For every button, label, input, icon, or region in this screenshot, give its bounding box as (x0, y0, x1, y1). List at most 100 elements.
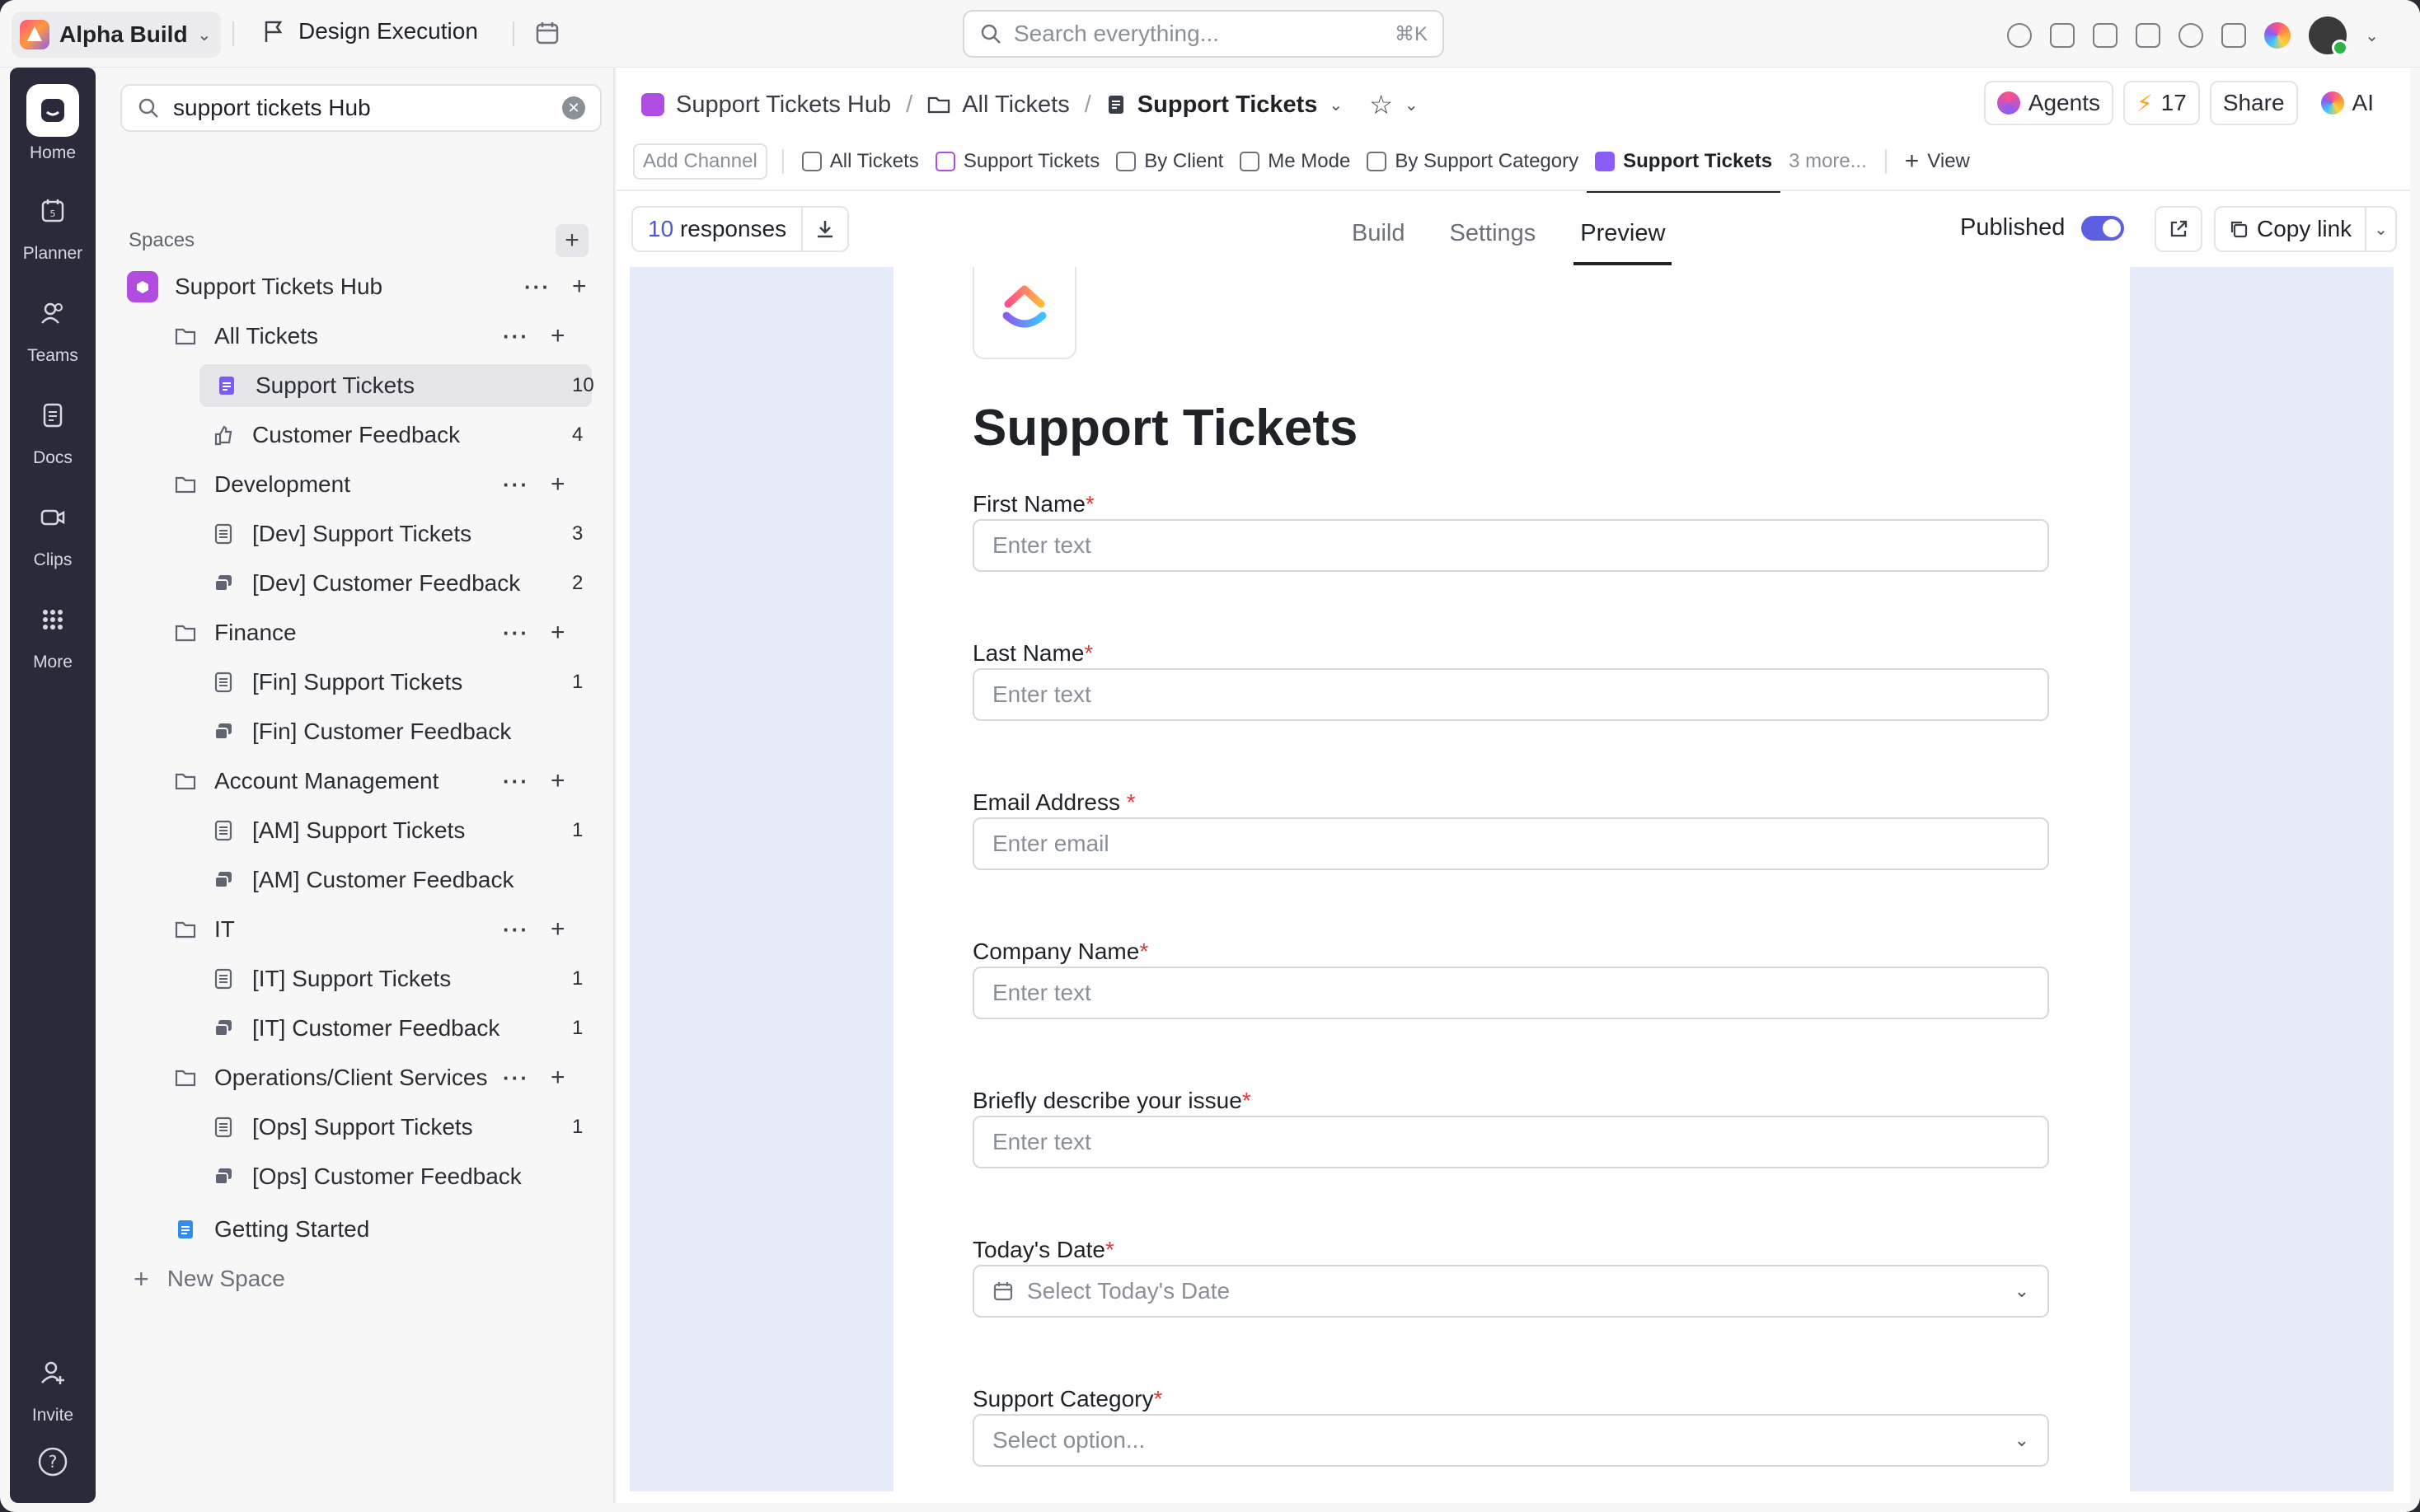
text-input[interactable]: Enter text (973, 1116, 2049, 1168)
breadcrumb-current[interactable]: Support Tickets (1137, 91, 1318, 119)
view-tab-by-client[interactable]: By Client (1108, 138, 1231, 185)
more-options-icon[interactable]: ··· (503, 620, 529, 646)
folder-row[interactable]: IT···+ (175, 908, 592, 951)
more-options-icon[interactable]: ··· (503, 917, 529, 943)
add-icon[interactable]: + (551, 915, 565, 943)
add-view-button[interactable]: + View (1897, 138, 1978, 185)
add-icon[interactable]: + (551, 619, 565, 647)
more-options-icon[interactable]: ··· (524, 274, 551, 300)
design-execution-link[interactable]: Design Execution (262, 18, 478, 44)
ai-button[interactable]: AI (2308, 81, 2387, 125)
view-tab-support-tickets-form[interactable]: Support Tickets (1587, 138, 1780, 185)
list-row[interactable]: [Dev] Customer Feedback2 (213, 562, 592, 605)
list-row[interactable]: [IT] Customer Feedback1 (213, 1007, 592, 1050)
rail-home[interactable]: Home (10, 84, 96, 163)
agents-button[interactable]: Agents (1984, 81, 2113, 125)
rail-clips[interactable]: Clips (10, 491, 96, 570)
list-row[interactable]: [IT] Support Tickets1 (213, 957, 592, 1000)
folder-row[interactable]: Operations/Client Services···+ (175, 1056, 592, 1099)
sidebar-search-input[interactable]: support tickets Hub ✕ (120, 84, 602, 132)
add-icon[interactable]: + (551, 470, 565, 499)
folder-row[interactable]: Development···+ (175, 463, 592, 506)
field-label-text: Support Category (973, 1386, 1153, 1411)
view-tab-all-tickets[interactable]: All Tickets (794, 138, 927, 185)
folder-row[interactable]: Finance···+ (175, 611, 592, 654)
breadcrumb-hub[interactable]: Support Tickets Hub (676, 91, 891, 119)
responses-button[interactable]: 10 responses (631, 206, 849, 252)
select-dropdown[interactable]: Select option...⌄ (973, 1414, 2049, 1467)
calendar-icon[interactable] (534, 20, 560, 50)
agents-icon (1997, 91, 2020, 115)
getting-started-doc[interactable]: Getting Started (175, 1208, 369, 1251)
add-space-button[interactable]: + (556, 224, 589, 257)
tab-settings[interactable]: Settings (1443, 206, 1543, 260)
view-tab-by-support-category[interactable]: By Support Category (1358, 138, 1587, 185)
rail-planner[interactable]: 5 Planner (10, 185, 96, 264)
clear-search-icon[interactable]: ✕ (562, 96, 585, 119)
list-row[interactable]: [AM] Customer Feedback (213, 859, 592, 901)
workspace-switcher[interactable]: Alpha Build ⌄ (12, 12, 221, 58)
folder-icon (175, 622, 196, 644)
rail-invite[interactable]: Invite (10, 1346, 96, 1425)
folder-row[interactable]: All Tickets···+ (175, 315, 592, 358)
more-views-button[interactable]: 3 more... (1780, 138, 1875, 185)
chevron-down-icon[interactable]: ⌄ (2365, 26, 2379, 46)
add-icon[interactable]: + (551, 767, 565, 795)
add-channel-button[interactable]: Add Channel (633, 143, 767, 180)
text-input[interactable]: Enter text (973, 668, 2049, 721)
more-options-icon[interactable]: ··· (503, 324, 529, 349)
check-circle-icon[interactable] (2007, 23, 2032, 48)
space-support-tickets-hub[interactable]: Support Tickets Hub ··· + (127, 265, 597, 308)
share-button[interactable]: Share (2210, 81, 2298, 125)
chevron-down-icon[interactable]: ⌄ (2366, 219, 2395, 240)
breadcrumb-all-tickets[interactable]: All Tickets (962, 91, 1070, 119)
help-icon[interactable]: ? (36, 1445, 69, 1482)
copy-link-button[interactable]: Copy link ⌄ (2214, 206, 2397, 252)
star-icon[interactable]: ☆ (1369, 89, 1393, 120)
folder-row[interactable]: Account Management···+ (175, 760, 592, 803)
workspace-name: Alpha Build (59, 21, 188, 48)
list-row[interactable]: Customer Feedback4 (213, 414, 592, 456)
new-space-button[interactable]: + New Space (134, 1257, 285, 1300)
list-row[interactable]: [Fin] Support Tickets1 (213, 661, 592, 704)
global-search-input[interactable]: Search everything... ⌘K (963, 10, 1444, 58)
view-tab-support-tickets-dashboard[interactable]: Support Tickets (927, 138, 1108, 185)
more-options-icon[interactable]: ··· (503, 769, 529, 794)
more-options-icon[interactable]: ··· (503, 1065, 529, 1091)
add-icon[interactable]: + (551, 322, 565, 350)
rail-docs[interactable]: Docs (10, 389, 96, 468)
more-options-icon[interactable]: ··· (503, 472, 529, 498)
rail-more[interactable]: More (10, 593, 96, 672)
inbox-icon[interactable] (2050, 23, 2075, 48)
tree-row-label: [Fin] Customer Feedback (252, 719, 511, 745)
notepad-icon[interactable] (2093, 23, 2118, 48)
text-input[interactable]: Enter text (973, 519, 2049, 572)
text-input[interactable]: Enter text (973, 967, 2049, 1019)
alarm-icon[interactable] (2178, 23, 2203, 48)
download-icon[interactable] (803, 218, 847, 240)
ai-flower-icon[interactable] (2264, 22, 2291, 49)
list-row[interactable]: [Fin] Customer Feedback (213, 710, 592, 753)
published-toggle[interactable] (2081, 216, 2124, 241)
date-picker[interactable]: Select Today's Date⌄ (973, 1265, 2049, 1318)
automations-button[interactable]: ⚡ 17 (2123, 81, 2200, 125)
text-input[interactable]: Enter email (973, 817, 2049, 870)
chevron-down-icon[interactable]: ⌄ (1329, 95, 1343, 115)
copy-link-main[interactable]: Copy link (2216, 208, 2366, 250)
tab-build[interactable]: Build (1345, 206, 1412, 260)
list-row[interactable]: [Dev] Support Tickets3 (213, 513, 592, 555)
document-icon[interactable] (2221, 23, 2246, 48)
rail-teams[interactable]: Teams (10, 287, 96, 366)
list-row[interactable]: Support Tickets10 (199, 364, 592, 407)
chevron-down-icon[interactable]: ⌄ (1405, 95, 1419, 115)
list-row[interactable]: [Ops] Support Tickets1 (213, 1106, 592, 1149)
video-icon[interactable] (2136, 23, 2160, 48)
tab-preview[interactable]: Preview (1573, 206, 1672, 260)
add-icon[interactable]: + (551, 1064, 565, 1092)
view-tab-me-mode[interactable]: Me Mode (1231, 138, 1358, 185)
list-row[interactable]: [AM] Support Tickets1 (213, 809, 592, 852)
add-icon[interactable]: + (572, 273, 587, 301)
list-row[interactable]: [Ops] Customer Feedback (213, 1155, 592, 1198)
user-avatar[interactable] (2309, 16, 2347, 54)
open-external-button[interactable] (2155, 206, 2202, 252)
